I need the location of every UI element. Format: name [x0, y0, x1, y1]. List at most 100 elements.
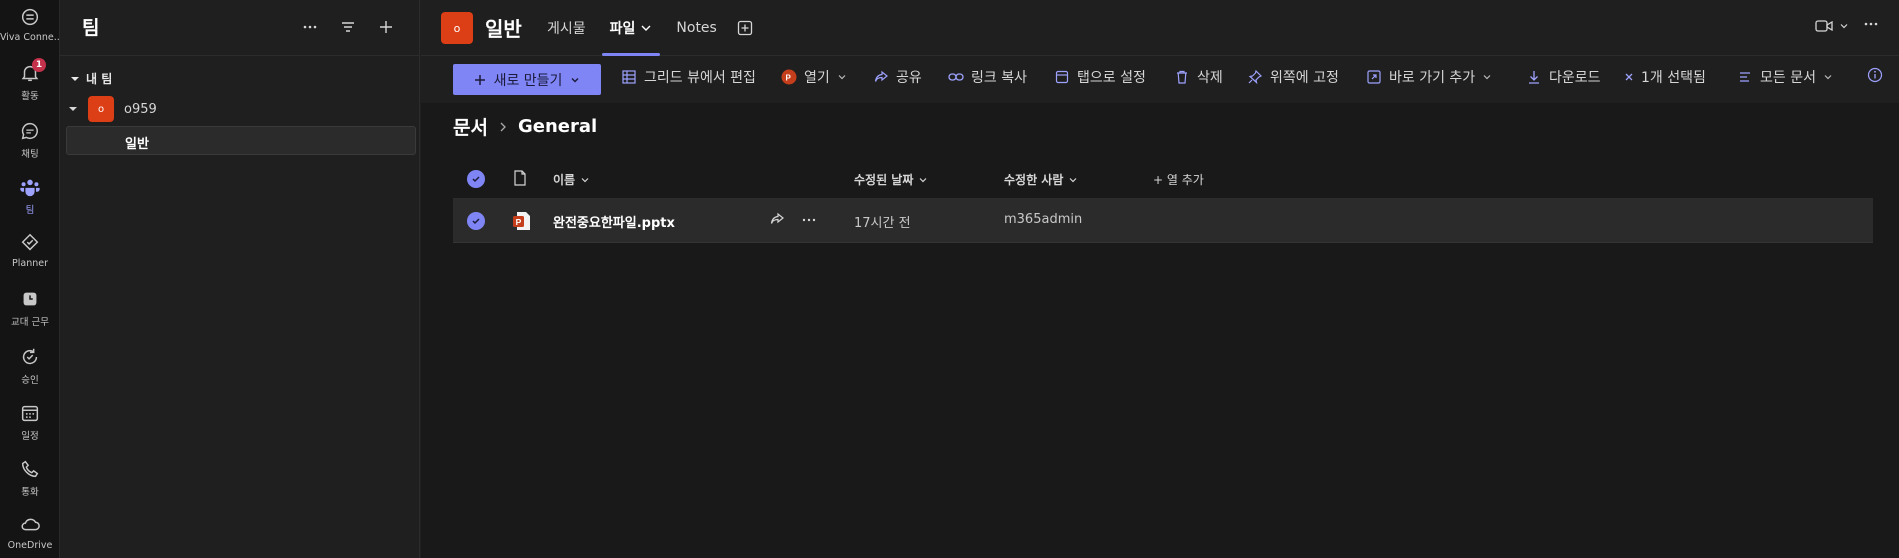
set-as-tab-button[interactable]: 탭으로 설정 [1054, 67, 1146, 87]
checkmark-icon [472, 218, 480, 225]
rail-teams[interactable]: 팀 [0, 172, 60, 228]
clear-selection-button[interactable]: 1개 선택됨 [1624, 67, 1706, 87]
app-rail: Viva Conne... 1 활동 채팅 팀 Planner 교대 근무 승인… [0, 0, 60, 558]
video-icon [1815, 20, 1833, 32]
my-teams-section[interactable]: 내 팀 [70, 70, 112, 87]
plus-icon [474, 74, 485, 85]
chevron-down-icon [1840, 24, 1848, 29]
svg-text:P: P [786, 74, 792, 83]
pin-icon [1248, 70, 1262, 84]
cmd-label: 다운로드 [1549, 70, 1601, 86]
rail-label: 일정 [21, 431, 39, 442]
edit-grid-view-button[interactable]: 그리드 뷰에서 편집 [621, 67, 756, 87]
breadcrumb: 문서 General [453, 113, 597, 140]
tab-posts[interactable]: 게시물 [539, 0, 594, 56]
share-icon [874, 70, 888, 82]
document-library: 문서 General 이름 수정된 날짜 수정한 사람 + 열 추가 P 완전중… [421, 103, 1899, 558]
tab-files[interactable]: 파일 [601, 0, 661, 56]
team-item[interactable]: o o959 [68, 96, 157, 122]
copy-link-button[interactable]: 링크 복사 [948, 67, 1027, 87]
selection-count: 1개 선택됨 [1641, 70, 1706, 86]
add-team-button[interactable] [375, 16, 397, 38]
select-all-checkbox[interactable] [467, 170, 485, 188]
shifts-icon [23, 292, 37, 306]
download-icon [1529, 71, 1539, 84]
main-area: o 일반 게시물 파일 Notes 새로 만들기 그리드 뷰에서 편집 P 열기… [421, 0, 1899, 558]
chevron-down-icon [641, 25, 651, 31]
chat-icon [21, 122, 38, 140]
add-tab-button[interactable] [737, 0, 753, 56]
column-label: 수정한 사람 [1004, 173, 1064, 187]
rail-shifts[interactable]: 교대 근무 [0, 284, 60, 340]
ellipsis-icon [303, 25, 317, 29]
name-column-header[interactable]: 이름 [553, 171, 590, 188]
svg-text:P: P [516, 217, 522, 227]
new-button[interactable]: 새로 만들기 [453, 64, 601, 95]
rail-calls[interactable]: 통화 [0, 454, 60, 510]
channel-item-general[interactable]: 일반 [66, 126, 416, 155]
ellipsis-icon [1864, 22, 1878, 26]
approvals-icon [22, 348, 38, 365]
info-icon [1867, 67, 1883, 83]
breadcrumb-root[interactable]: 문서 [453, 113, 488, 140]
planner-icon [21, 233, 39, 251]
file-type-header[interactable] [513, 170, 527, 186]
rail-chat[interactable]: 채팅 [0, 116, 60, 172]
rail-calendar[interactable]: 일정 [0, 398, 60, 454]
tab-notes[interactable]: Notes [668, 0, 724, 56]
filter-icon [342, 22, 354, 32]
table-row[interactable]: P 완전중요한파일.pptx 17시간 전 m365admin [453, 199, 1873, 243]
rail-viva-connections[interactable]: Viva Conne... [0, 2, 60, 58]
view-selector[interactable]: 모든 문서 [1737, 67, 1833, 87]
modified-by-column-header[interactable]: 수정한 사람 [1004, 171, 1078, 188]
share-icon [770, 212, 784, 224]
rail-label: 승인 [21, 375, 39, 386]
chevron-down-icon [919, 177, 927, 182]
row-checkbox[interactable] [467, 212, 485, 230]
rail-activity[interactable]: 1 활동 [0, 58, 60, 114]
pin-to-top-button[interactable]: 위쪽에 고정 [1247, 67, 1339, 87]
file-type-cell: P [513, 211, 531, 231]
channel-name: 일반 [125, 137, 149, 152]
command-bar: 새로 만들기 그리드 뷰에서 편집 P 열기 공유 링크 복사 탭으로 설정 삭… [421, 57, 1899, 103]
rail-label: Planner [12, 258, 48, 269]
download-button[interactable]: 다운로드 [1526, 67, 1601, 87]
channel-avatar: o [441, 12, 473, 44]
delete-button[interactable]: 삭제 [1174, 67, 1223, 87]
file-more-options-button[interactable] [801, 212, 817, 228]
cmd-label: 그리드 뷰에서 편집 [644, 70, 756, 86]
rail-approvals[interactable]: 승인 [0, 342, 60, 398]
plus-icon [380, 21, 392, 33]
details-pane-button[interactable] [1867, 67, 1883, 83]
add-shortcut-button[interactable]: 바로 가기 추가 [1366, 67, 1492, 87]
list-view-icon [1740, 72, 1750, 82]
share-button[interactable]: 공유 [873, 67, 922, 87]
more-options-button[interactable] [1863, 16, 1879, 36]
modified-column-header[interactable]: 수정된 날짜 [854, 171, 928, 188]
rail-onedrive[interactable]: OneDrive [0, 510, 60, 558]
panel-title: 팀 [82, 17, 100, 39]
filter-button[interactable] [337, 16, 359, 38]
breadcrumb-current: General [517, 116, 598, 137]
meet-button[interactable] [1815, 19, 1849, 33]
rail-planner[interactable]: Planner [0, 228, 60, 284]
cmd-label: 공유 [896, 70, 922, 86]
add-column-button[interactable]: + 열 추가 [1153, 171, 1204, 188]
rail-label: Viva Conne... [0, 32, 60, 43]
file-name[interactable]: 완전중요한파일.pptx [553, 212, 675, 231]
chevron-down-icon [571, 77, 579, 82]
open-button[interactable]: P 열기 [781, 67, 847, 87]
calendar-icon [21, 405, 39, 422]
add-tab-icon [737, 20, 752, 36]
chevron-down-icon [1483, 75, 1491, 80]
cmd-label: 바로 가기 추가 [1389, 70, 1476, 86]
viva-connections-icon [21, 8, 39, 26]
tab-icon [1055, 70, 1069, 84]
section-label: 내 팀 [86, 72, 113, 86]
more-options-button[interactable] [299, 16, 321, 38]
team-avatar: o [88, 96, 114, 122]
tab-label: 파일 [609, 21, 636, 37]
rail-label: 통화 [21, 487, 39, 498]
cmd-label: 삭제 [1197, 70, 1223, 86]
share-file-button[interactable] [770, 212, 785, 226]
